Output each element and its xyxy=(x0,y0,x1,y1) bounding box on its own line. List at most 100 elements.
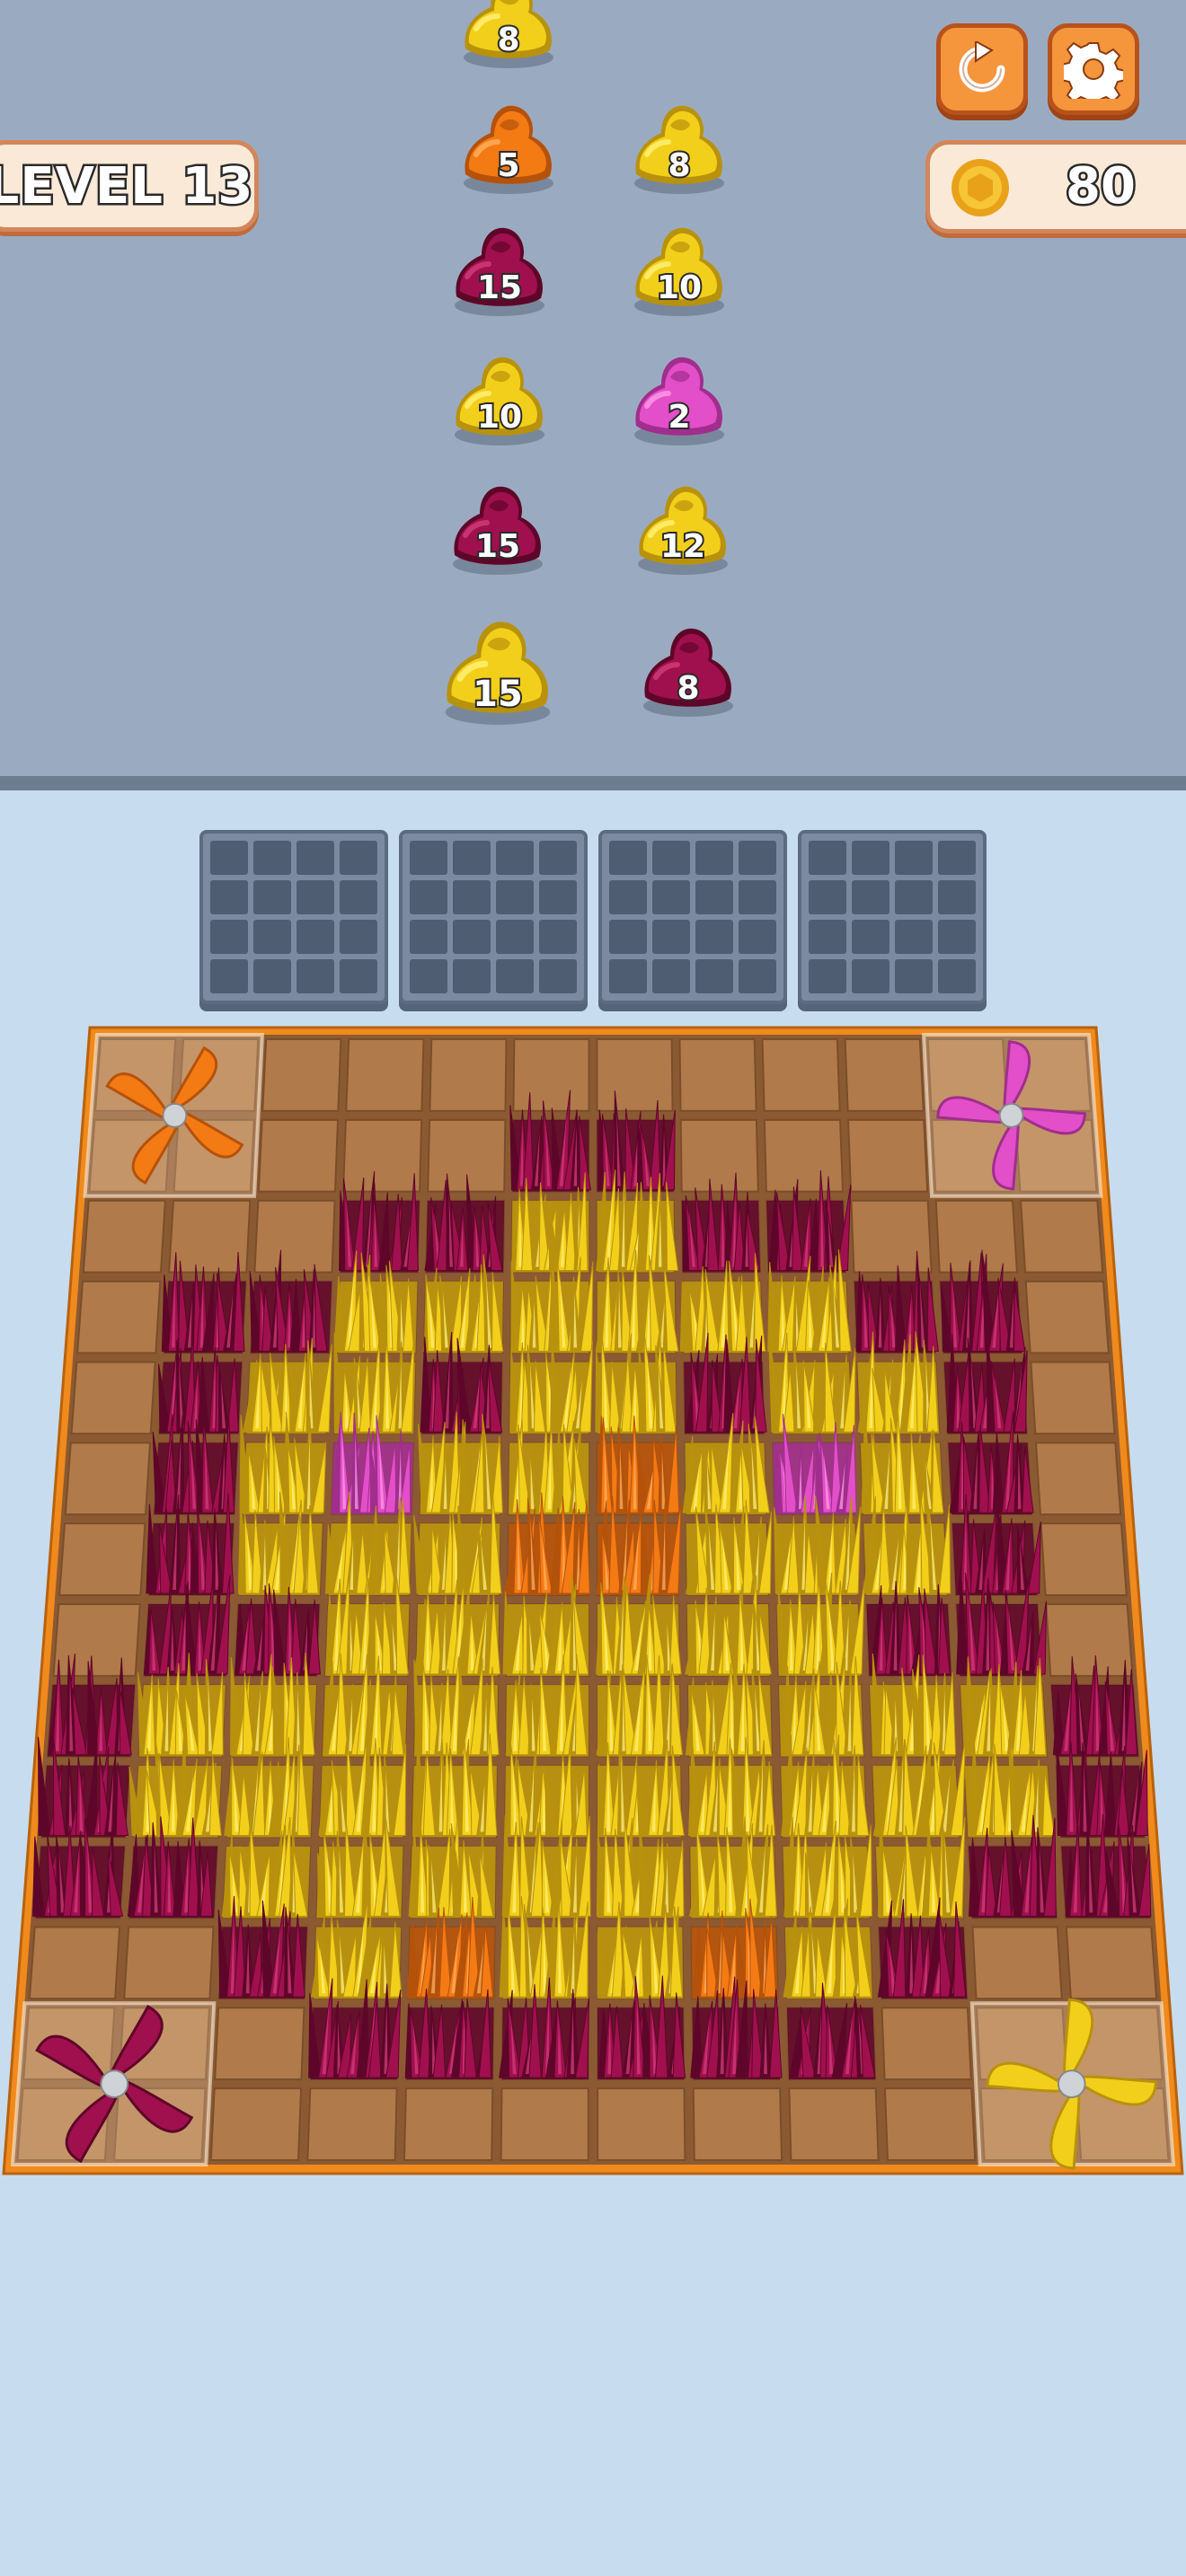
tray-slot xyxy=(695,959,733,993)
board-tile[interactable] xyxy=(1024,1280,1110,1354)
pile-count: 10 xyxy=(655,268,704,308)
board-tile[interactable] xyxy=(883,2087,977,2161)
tray-slot xyxy=(809,880,846,914)
tray-slot xyxy=(652,841,690,875)
tray-slot xyxy=(210,880,248,914)
board-tile[interactable] xyxy=(692,2087,783,2161)
board-tile[interactable] xyxy=(76,1280,162,1354)
tray-slot xyxy=(938,959,976,993)
board-tile[interactable] xyxy=(1065,1926,1158,2000)
board-tile[interactable] xyxy=(70,1361,156,1435)
tray-slot xyxy=(453,880,491,914)
gear-icon xyxy=(1064,41,1123,99)
spinner-blade-magenta[interactable] xyxy=(10,1982,217,2186)
tray-slot xyxy=(253,920,291,954)
board-tile[interactable] xyxy=(1045,1603,1134,1677)
board-tile[interactable] xyxy=(1030,1361,1116,1435)
board-tile[interactable] xyxy=(597,2087,686,2161)
tray-slot xyxy=(410,920,447,954)
tray-slot xyxy=(739,959,776,993)
tray-slot xyxy=(652,959,690,993)
board-tile[interactable] xyxy=(64,1442,152,1516)
board-tile[interactable] xyxy=(58,1522,146,1596)
board-tile[interactable] xyxy=(761,1038,841,1112)
spinner-blade-pink[interactable] xyxy=(921,1031,1103,1200)
tray-slot xyxy=(496,841,534,875)
board-tile[interactable] xyxy=(881,2007,972,2081)
grass-pile-yellow[interactable]: 10 xyxy=(446,348,553,447)
spinner-blade-yellow[interactable] xyxy=(969,1988,1176,2181)
pile-count: 15 xyxy=(475,268,524,308)
board-tile[interactable] xyxy=(788,2087,880,2161)
board-tile[interactable] xyxy=(403,2087,494,2161)
grass-pile-pink[interactable]: 2 xyxy=(625,348,733,447)
board-tile[interactable] xyxy=(214,2007,305,2081)
tray-slot xyxy=(895,880,933,914)
panel-divider xyxy=(0,776,1186,790)
board-tile[interactable] xyxy=(1040,1522,1128,1596)
board-tile[interactable] xyxy=(261,1038,342,1112)
tray-slot xyxy=(410,880,447,914)
tray-slot xyxy=(695,920,733,954)
tray-slot xyxy=(340,880,377,914)
tray-slot xyxy=(739,841,776,875)
board-tile[interactable] xyxy=(679,1118,759,1193)
board-tile[interactable] xyxy=(28,1926,121,2000)
board-tile[interactable] xyxy=(52,1603,141,1677)
pile-count: 15 xyxy=(474,526,522,567)
board-tile[interactable] xyxy=(209,2087,303,2161)
board-tile[interactable] xyxy=(82,1199,167,1274)
board-tile[interactable] xyxy=(971,1926,1063,2000)
board-tile[interactable] xyxy=(500,2087,589,2161)
restart-button[interactable] xyxy=(936,23,1028,115)
board-tile[interactable] xyxy=(934,1199,1018,1274)
pile-count: 12 xyxy=(659,526,707,567)
tray-slot xyxy=(296,920,334,954)
tray-slot xyxy=(609,880,647,914)
board-tile[interactable] xyxy=(123,1926,215,2000)
board-tile[interactable] xyxy=(844,1038,925,1112)
tray-slot xyxy=(652,920,690,954)
board-tile[interactable] xyxy=(253,1199,336,1274)
grass-pile-yellow[interactable]: 8 xyxy=(625,97,733,196)
settings-button[interactable] xyxy=(1048,23,1139,115)
board-tile[interactable] xyxy=(678,1038,757,1112)
tray-slot xyxy=(410,841,447,875)
tray-slot xyxy=(609,841,647,875)
grass-pile-yellow[interactable]: 12 xyxy=(629,478,737,577)
board-tile[interactable] xyxy=(341,1118,423,1193)
board-tile[interactable] xyxy=(596,1038,674,1112)
tray-slot xyxy=(253,880,291,914)
level-label: LEVEL 13 xyxy=(0,154,255,217)
coin-count: 80 xyxy=(1064,155,1138,218)
grass-pile-yellow[interactable]: 15 xyxy=(435,611,561,728)
spinner-blade-orange[interactable] xyxy=(83,1027,265,1204)
tray-slot xyxy=(852,880,890,914)
board-tile[interactable] xyxy=(429,1038,508,1112)
board-tile[interactable] xyxy=(1034,1442,1122,1516)
tray-slot xyxy=(739,920,776,954)
tray-slot xyxy=(895,920,933,954)
board-tile[interactable] xyxy=(512,1038,590,1112)
grass-pile-orange[interactable]: 5 xyxy=(455,97,562,196)
tray-slot xyxy=(210,841,248,875)
board-tile[interactable] xyxy=(846,1118,929,1193)
board-tile[interactable] xyxy=(763,1118,845,1193)
tray-slot xyxy=(296,880,334,914)
board-tile[interactable] xyxy=(1019,1199,1104,1274)
tray-1 xyxy=(199,830,388,1004)
board-tile[interactable] xyxy=(257,1118,340,1193)
grass-pile-magenta[interactable]: 15 xyxy=(446,219,553,318)
board-tile[interactable] xyxy=(345,1038,425,1112)
tray-slot xyxy=(296,841,334,875)
game-board[interactable] xyxy=(0,1024,1186,2192)
tray-slot xyxy=(340,841,377,875)
tray-slot xyxy=(938,920,976,954)
tray-slot xyxy=(340,920,377,954)
grass-pile-yellow[interactable]: 10 xyxy=(625,219,733,318)
grass-pile-magenta[interactable]: 8 xyxy=(634,620,742,719)
grass-pile-yellow[interactable]: 8 xyxy=(455,0,562,70)
board-tile[interactable] xyxy=(306,2087,398,2161)
grass-pile-magenta[interactable]: 15 xyxy=(444,478,552,577)
board-tile[interactable] xyxy=(850,1199,933,1274)
